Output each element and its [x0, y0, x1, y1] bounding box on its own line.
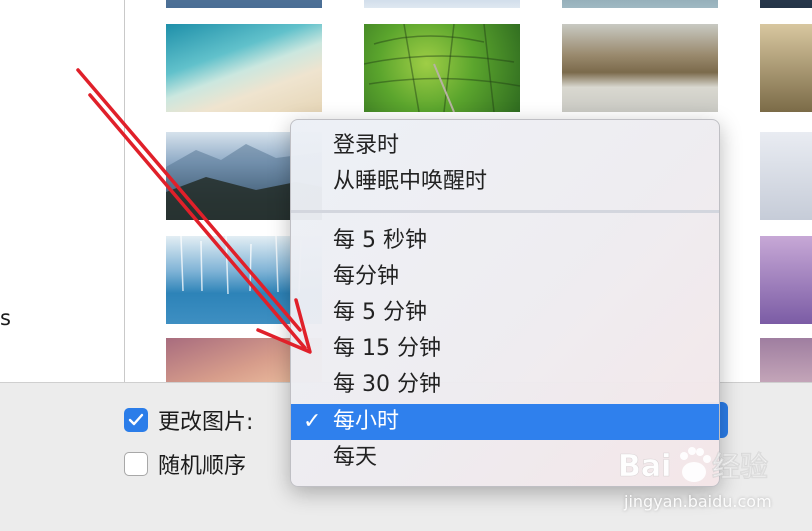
menu-item-every-5-seconds[interactable]: 每 5 秒钟 — [291, 223, 719, 259]
menu-item-every-minute[interactable]: 每分钟 — [291, 259, 719, 295]
wallpaper-thumb-green-fields[interactable] — [363, 23, 521, 113]
wallpaper-thumb-sunlit-forest[interactable] — [760, 24, 812, 112]
watermark-url: jingyan.baidu.com — [624, 492, 772, 511]
wallpaper-thumb-purple-mountains[interactable] — [760, 236, 812, 324]
menu-item-every-15-minutes[interactable]: 每 15 分钟 — [291, 331, 719, 367]
menu-item-every-30-minutes[interactable]: 每 30 分钟 — [291, 367, 719, 403]
wallpaper-thumb-misty-forest[interactable] — [562, 24, 718, 112]
change-picture-label: 更改图片: — [158, 410, 254, 435]
wallpaper-thumb-clouds[interactable] — [760, 132, 812, 220]
menu-separator — [291, 210, 719, 213]
fields-pattern — [363, 23, 521, 113]
random-order-option[interactable]: 随机顺序 — [124, 448, 246, 480]
change-picture-checkbox[interactable] — [124, 408, 148, 432]
menu-item-every-5-minutes[interactable]: 每 5 分钟 — [291, 295, 719, 331]
menu-item-every-hour[interactable]: ✓ 每小时 — [291, 404, 719, 440]
sidebar-partial-label[interactable]: s — [0, 306, 11, 330]
sidebar: s — [0, 0, 124, 382]
wallpaper-thumb-top-far-right[interactable] — [760, 0, 812, 8]
menu-item-on-wake[interactable]: 从睡眠中唤醒时 — [291, 164, 719, 200]
random-order-checkbox[interactable] — [124, 452, 148, 476]
svg-text:Bai: Bai — [618, 449, 671, 484]
change-picture-option[interactable]: 更改图片: — [124, 404, 253, 436]
baidu-watermark: Bai 经验 jingyan.baidu.com — [616, 440, 806, 520]
svg-text:经验: 经验 — [712, 450, 768, 483]
wallpaper-thumb-beach[interactable] — [166, 24, 322, 112]
wallpaper-thumb-sunset[interactable] — [760, 338, 812, 382]
checkmark-icon: ✓ — [303, 409, 322, 434]
wallpaper-thumb-top-right[interactable] — [562, 0, 718, 8]
baidu-logo: Bai 经验 — [618, 447, 768, 484]
menu-item-at-login[interactable]: 登录时 — [291, 128, 719, 164]
interval-dropdown-menu: 登录时 从睡眠中唤醒时 每 5 秒钟 每分钟 每 5 分钟 每 15 分钟 每 … — [290, 119, 720, 487]
random-order-label: 随机顺序 — [158, 454, 247, 479]
wallpaper-thumb-top-left[interactable] — [166, 0, 322, 8]
wallpaper-thumb-top-middle[interactable] — [364, 0, 520, 8]
checkmark-icon — [128, 413, 144, 426]
